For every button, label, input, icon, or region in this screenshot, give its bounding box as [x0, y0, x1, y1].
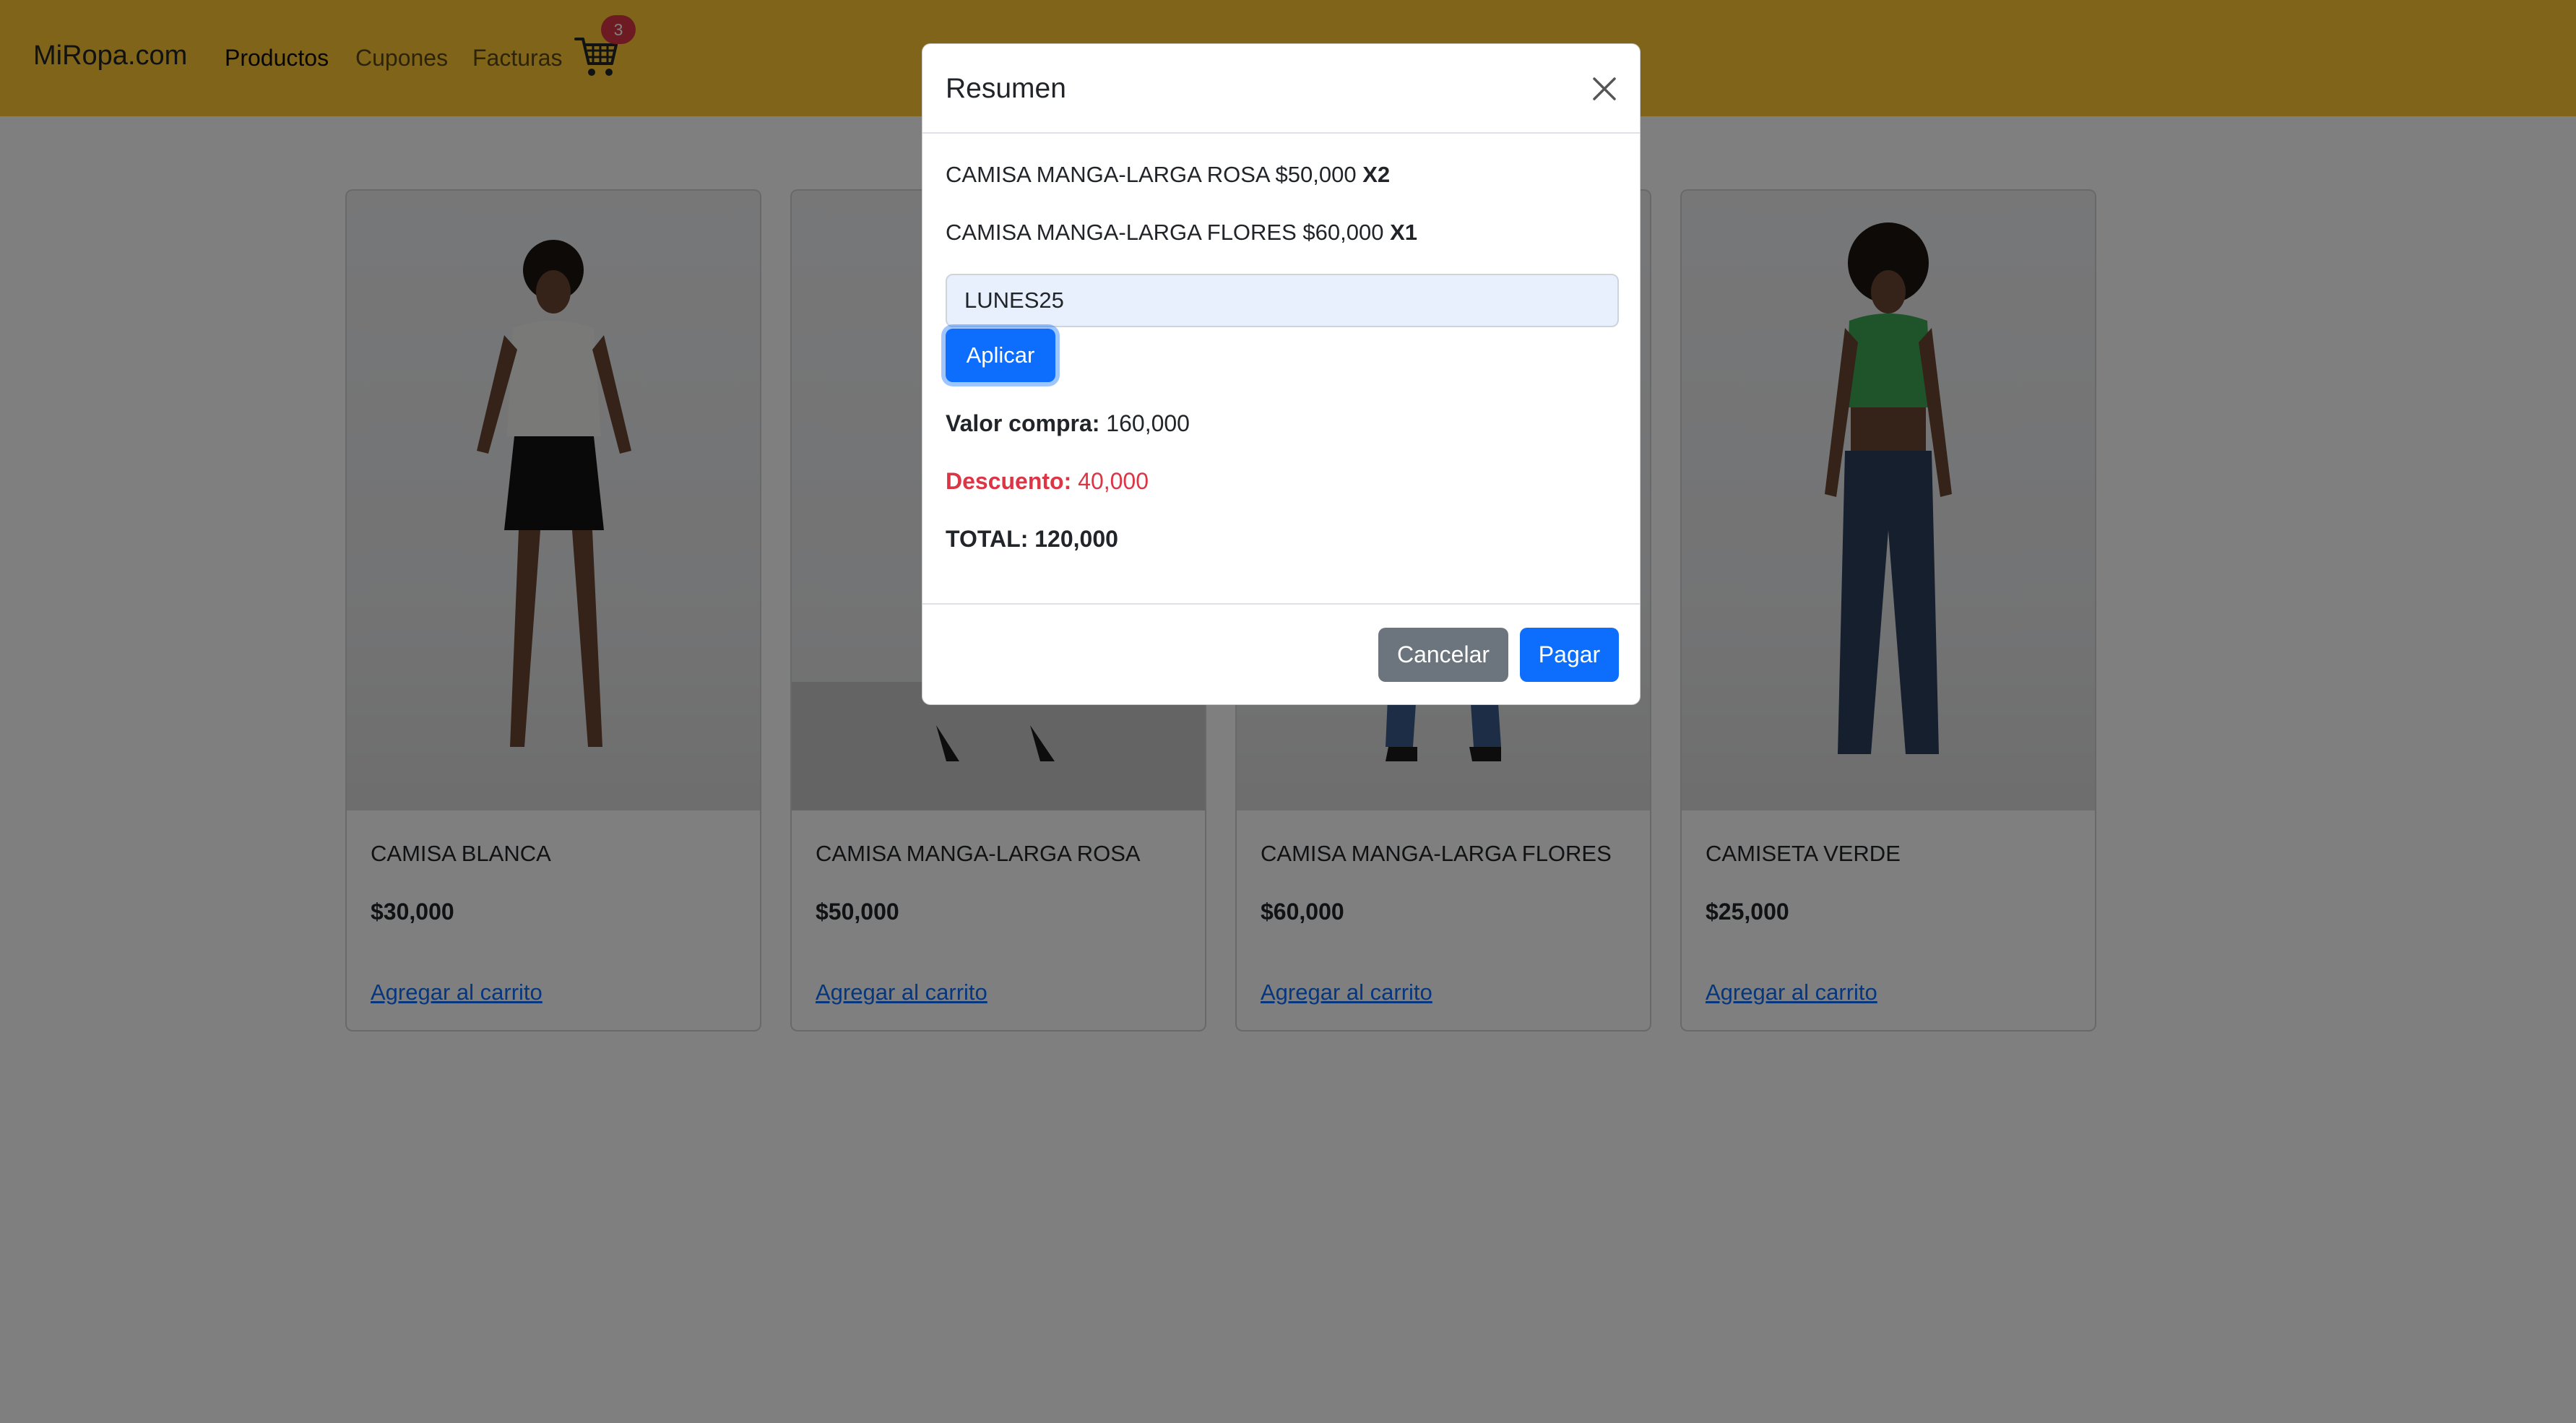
discount-label: Descuento:: [946, 468, 1072, 494]
cart-line-qty: X2: [1362, 162, 1391, 187]
close-icon[interactable]: [1591, 76, 1617, 102]
purchase-value-row: Valor compra: 160,000: [946, 410, 1190, 437]
discount-value: 40,000: [1078, 468, 1149, 494]
summary-modal: Resumen CAMISA MANGA-LARGA ROSA $50,000 …: [922, 43, 1641, 705]
purchase-value: 160,000: [1106, 410, 1190, 436]
discount-row: Descuento: 40,000: [946, 468, 1149, 495]
cart-line-qty: X1: [1390, 220, 1417, 245]
cart-line-item: CAMISA MANGA-LARGA ROSA $50,000 X2: [946, 162, 1390, 188]
cart-line-text: CAMISA MANGA-LARGA ROSA $50,000: [946, 162, 1357, 187]
page: MiRopa.com Productos Cupones Facturas 3: [0, 0, 2576, 1423]
modal-header: Resumen: [922, 44, 1640, 134]
purchase-value-label: Valor compra:: [946, 410, 1100, 436]
pay-button[interactable]: Pagar: [1520, 628, 1619, 682]
cancel-button[interactable]: Cancelar: [1378, 628, 1508, 682]
cart-line-text: CAMISA MANGA-LARGA FLORES $60,000: [946, 220, 1384, 245]
coupon-input[interactable]: [946, 274, 1619, 327]
cart-line-item: CAMISA MANGA-LARGA FLORES $60,000 X1: [946, 220, 1417, 246]
modal-footer-divider: [922, 603, 1640, 605]
modal-title: Resumen: [946, 73, 1066, 104]
total-row: TOTAL: 120,000: [946, 526, 1118, 552]
apply-coupon-button[interactable]: Aplicar: [946, 329, 1055, 382]
